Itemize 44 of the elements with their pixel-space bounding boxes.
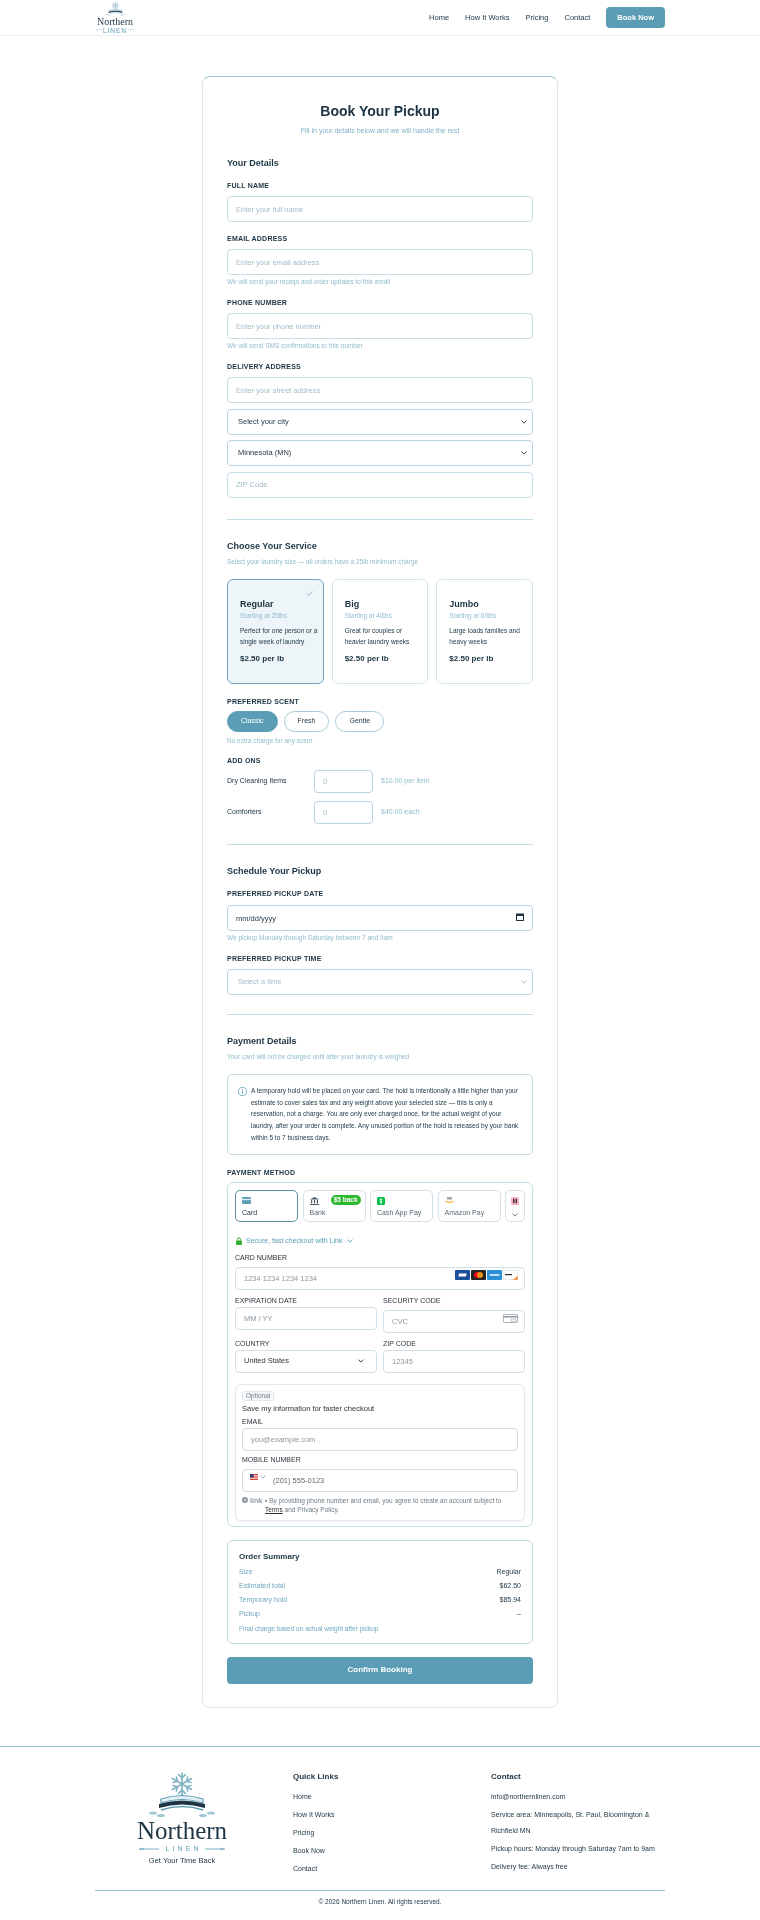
footer-heading: Quick Links xyxy=(293,1770,340,1783)
card-logo-icon xyxy=(503,1270,518,1280)
snowflake-linen-icon xyxy=(104,1,126,16)
flag-icon xyxy=(250,1474,258,1480)
link-logo-icon xyxy=(242,1497,248,1503)
card-icon xyxy=(242,1196,251,1204)
logo-wordmark: Northern xyxy=(136,1818,228,1843)
calendar-icon xyxy=(516,912,524,921)
service-price: $2.50 per lb xyxy=(344,653,390,665)
chevron-down-icon xyxy=(521,451,527,455)
flourish-icon xyxy=(139,1846,160,1851)
lock-icon xyxy=(236,1236,242,1245)
logo-tile-icon xyxy=(511,1196,519,1205)
info-icon xyxy=(238,1087,247,1096)
chevron-down-icon xyxy=(346,1238,353,1243)
more-methods-tab[interactable] xyxy=(505,1189,525,1222)
chevron-down-icon xyxy=(512,1212,518,1217)
service-price: $2.50 per lb xyxy=(240,653,286,665)
section-heading: Your Details xyxy=(227,157,280,169)
mastercard-logo-icon xyxy=(471,1270,486,1280)
summary-title: Order Summary xyxy=(239,1550,301,1562)
smile-logo-icon xyxy=(444,1196,454,1204)
check-icon xyxy=(305,590,313,596)
flourish-icon xyxy=(204,1846,225,1851)
logo-wordmark: Northern xyxy=(96,16,134,27)
dollar-icon xyxy=(377,1196,385,1205)
section-heading: Choose Your Service xyxy=(227,539,318,552)
card-logo-icon xyxy=(487,1270,502,1280)
service-price: $2.50 per lb xyxy=(449,653,495,665)
footer-heading: Contact xyxy=(491,1770,522,1783)
section-heading: Payment Details xyxy=(227,1035,298,1047)
section-heading: Schedule Your Pickup xyxy=(227,864,323,877)
cvc-card-icon xyxy=(503,1313,518,1323)
chevron-down-icon xyxy=(260,1475,266,1479)
chevron-down-icon xyxy=(358,1359,364,1363)
form-title: Book Your Pickup xyxy=(319,102,441,121)
service-name: Big xyxy=(344,597,361,610)
service-name: Regular xyxy=(240,597,275,610)
snowflake-linen-icon xyxy=(147,1771,217,1818)
bank-icon xyxy=(309,1196,319,1205)
chevron-down-icon xyxy=(521,419,527,424)
card-logo-icon xyxy=(455,1270,470,1280)
service-name: Jumbo xyxy=(449,597,480,610)
chevron-down-icon xyxy=(521,980,527,984)
